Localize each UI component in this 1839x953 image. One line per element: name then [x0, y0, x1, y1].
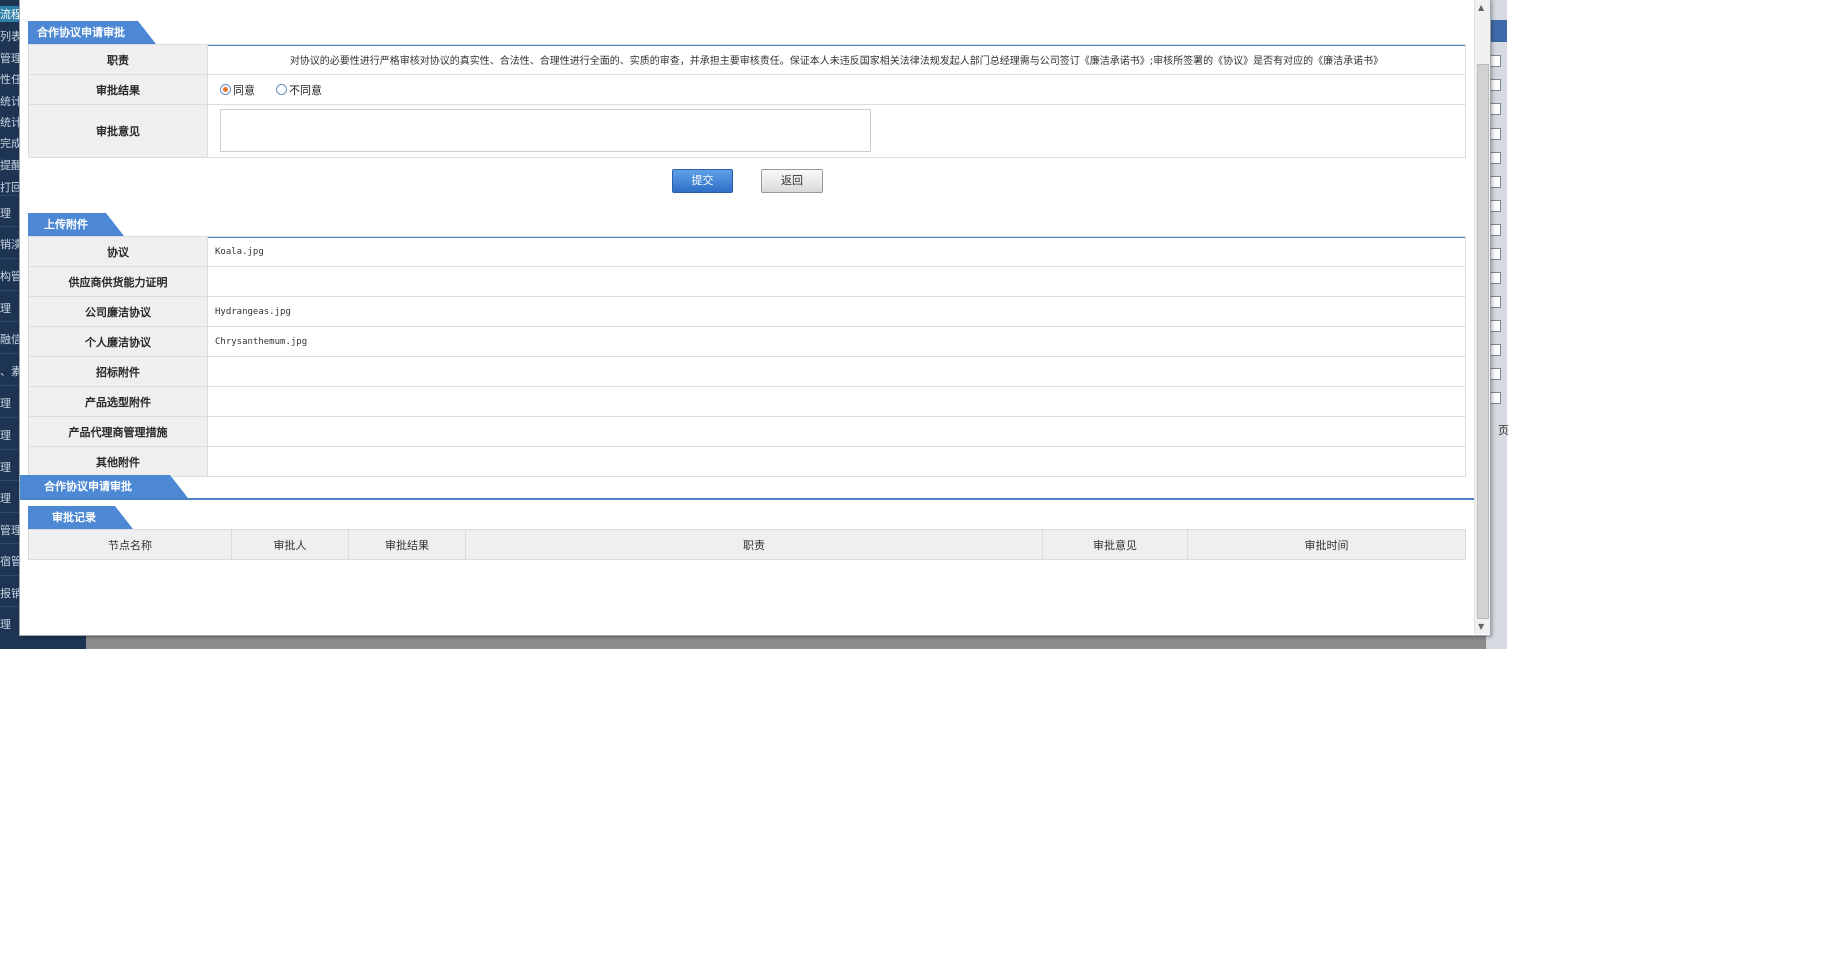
attachment-label: 产品选型附件 [28, 386, 208, 417]
background-row-checkbox[interactable] [1490, 272, 1501, 284]
background-sidebar-divider [0, 543, 20, 544]
attachment-file[interactable] [207, 386, 1466, 417]
radio-disagree-label: 不同意 [289, 83, 322, 97]
radio-disagree[interactable]: 不同意 [276, 83, 322, 97]
result-row: 审批结果 同意 不同意 [28, 74, 1466, 105]
radio-agree-label: 同意 [233, 83, 255, 97]
opinion-textarea[interactable] [220, 109, 871, 152]
review-section-title: 合作协议申请审批 [28, 21, 156, 44]
duty-label: 职责 [28, 44, 208, 75]
radio-disagree-circle[interactable] [276, 83, 287, 95]
background-row-checkbox[interactable] [1490, 103, 1501, 115]
attachments-section-header: 上传附件 [28, 212, 1465, 238]
attachment-row: 公司廉洁协议 Hydrangeas.jpg [28, 296, 1466, 327]
background-row-checkbox[interactable] [1490, 176, 1501, 188]
scrollbar-thumb[interactable] [1477, 64, 1489, 619]
col-time: 审批时间 [1187, 529, 1466, 560]
duty-text: 对协议的必要性进行严格审核对协议的真实性、合法性、合理性进行全面的、实质的审查，… [207, 44, 1466, 75]
background-row-checkbox[interactable] [1490, 320, 1501, 332]
records-section-header: 审批记录 [28, 505, 1465, 531]
col-node-name: 节点名称 [28, 529, 232, 560]
background-row-checkbox[interactable] [1490, 152, 1501, 164]
background-row-checkbox[interactable] [1490, 344, 1501, 356]
col-approver: 审批人 [231, 529, 349, 560]
background-row-checkbox[interactable] [1490, 79, 1501, 91]
radio-agree-circle[interactable] [220, 83, 231, 95]
opinion-row: 审批意见 [28, 104, 1466, 158]
background-sidebar-divider [0, 480, 20, 481]
background-sidebar-divider [0, 226, 20, 227]
attachment-file[interactable]: Chrysanthemum.jpg [207, 326, 1466, 357]
review-section-header: 合作协议申请审批 [28, 20, 1465, 46]
background-row-checkbox[interactable] [1490, 224, 1501, 236]
attachment-label: 产品代理商管理措施 [28, 416, 208, 447]
attachment-label: 协议 [28, 236, 208, 267]
duty-row: 职责 对协议的必要性进行严格审核对协议的真实性、合法性、合理性进行全面的、实质的… [28, 44, 1466, 75]
approval-section-header: 合作协议申请审批 [20, 474, 1474, 500]
attachment-file[interactable] [207, 266, 1466, 297]
result-label: 审批结果 [28, 74, 208, 105]
approval-dialog: 合作协议申请审批 职责 对协议的必要性进行严格审核对协议的真实性、合法性、合理性… [20, 0, 1490, 635]
background-sidebar-divider [0, 290, 20, 291]
background-sidebar-divider [0, 512, 20, 513]
background-sidebar-divider [0, 258, 20, 259]
background-row-checkbox[interactable] [1490, 128, 1501, 140]
background-sidebar-divider [0, 575, 20, 576]
attachment-row: 招标附件 [28, 356, 1466, 387]
attachment-label: 其他附件 [28, 446, 208, 477]
col-opinion: 审批意见 [1042, 529, 1188, 560]
background-sidebar-divider [0, 353, 20, 354]
col-duty: 职责 [465, 529, 1043, 560]
opinion-cell [207, 104, 1466, 158]
attachment-label: 公司廉洁协议 [28, 296, 208, 327]
review-form: 职责 对协议的必要性进行严格审核对协议的真实性、合法性、合理性进行全面的、实质的… [28, 44, 1466, 158]
background-sidebar-divider [0, 385, 20, 386]
opinion-label: 审批意见 [28, 104, 208, 158]
attachment-label: 招标附件 [28, 356, 208, 387]
background-sidebar-divider [0, 195, 20, 196]
attachments-table: 协议 Koala.jpg 供应商供货能力证明 公司廉洁协议 Hydrangeas… [28, 236, 1466, 477]
attachment-row: 其他附件 [28, 446, 1466, 477]
attachment-file[interactable]: Hydrangeas.jpg [207, 296, 1466, 327]
submit-button[interactable]: 提交 [672, 169, 733, 193]
attachments-section-title: 上传附件 [28, 213, 124, 236]
background-sidebar-divider [0, 417, 20, 418]
vertical-scrollbar[interactable]: ▲ ▼ [1474, 0, 1490, 634]
attachment-row: 供应商供货能力证明 [28, 266, 1466, 297]
radio-agree[interactable]: 同意 [220, 83, 259, 97]
result-options: 同意 不同意 [207, 74, 1466, 105]
attachment-file[interactable]: Koala.jpg [207, 236, 1466, 267]
background-row-checkbox[interactable] [1490, 248, 1501, 260]
background-sidebar-divider [0, 606, 20, 607]
records-table: 节点名称 审批人 审批结果 职责 审批意见 审批时间 [28, 529, 1466, 560]
records-section-title: 审批记录 [28, 506, 133, 529]
attachment-label: 供应商供货能力证明 [28, 266, 208, 297]
scroll-up-icon[interactable]: ▲ [1478, 3, 1484, 12]
background-row-checkbox[interactable] [1490, 368, 1501, 380]
background-pager-text: 页 [1498, 424, 1509, 437]
background-sidebar-divider [0, 321, 20, 322]
attachment-label: 个人廉洁协议 [28, 326, 208, 357]
attachment-row: 协议 Koala.jpg [28, 236, 1466, 267]
attachment-row: 个人廉洁协议 Chrysanthemum.jpg [28, 326, 1466, 357]
approval-section-title: 合作协议申请审批 [20, 475, 188, 498]
attachment-file[interactable] [207, 446, 1466, 477]
background-row-checkbox[interactable] [1490, 296, 1501, 308]
background-row-checkbox[interactable] [1490, 55, 1501, 67]
attachment-row: 产品选型附件 [28, 386, 1466, 417]
background-row-checkbox[interactable] [1490, 200, 1501, 212]
background-sidebar-divider [0, 449, 20, 450]
attachment-file[interactable] [207, 416, 1466, 447]
col-result: 审批结果 [348, 529, 466, 560]
attachment-row: 产品代理商管理措施 [28, 416, 1466, 447]
back-button[interactable]: 返回 [761, 169, 823, 193]
background-row-checkbox[interactable] [1490, 392, 1501, 404]
records-header-row: 节点名称 审批人 审批结果 职责 审批意见 审批时间 [28, 529, 1466, 560]
attachment-file[interactable] [207, 356, 1466, 387]
scroll-down-icon[interactable]: ▼ [1478, 622, 1484, 631]
